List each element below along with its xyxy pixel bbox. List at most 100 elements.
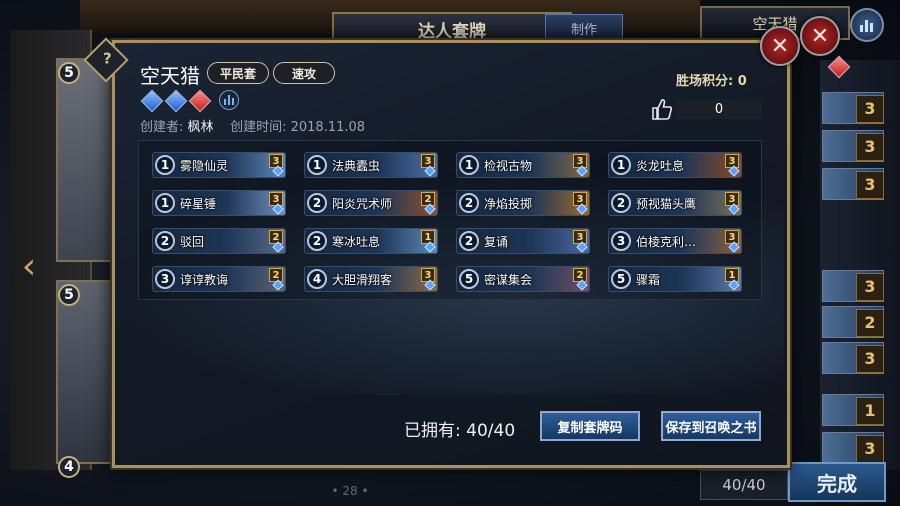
card-name: 预视猫头鹰 [636,196,697,211]
card-cost: 2 [155,231,175,251]
card-cost: 2 [459,193,479,213]
close-icon: ✕ [770,33,790,59]
card-cost: 1 [611,155,631,175]
card-name: 法典蠹虫 [332,158,381,173]
card-cost: 2 [307,193,327,213]
card-name: 骤霜 [636,272,661,287]
deck-tag: 平民套 [207,62,269,84]
collection-card[interactable] [56,280,116,464]
card-cost: 2 [611,193,631,213]
card-art: 3 [697,153,741,177]
card-art: 3 [241,153,285,177]
bar-chart-icon [860,20,873,32]
deck-card[interactable]: 2 复诵 3 [456,228,590,254]
card-cost: 1 [307,155,327,175]
close-icon: ✕ [810,23,830,49]
collection-card[interactable] [56,58,116,262]
red-gem-icon [827,55,851,79]
owned-label: 已拥有: [404,421,461,441]
owned-count: 已拥有: 40/40 [404,416,515,441]
owned-value: 40/40 [466,421,516,441]
done-button[interactable]: 完成 [788,462,886,502]
card-name: 炎龙吐息 [636,158,685,173]
card-cost: 1 [155,155,175,175]
card-cost: 3 [611,231,631,251]
deck-meta: 创建者: 枫林 创建时间: 2018.11.08 [140,116,365,135]
card-name: 寒冰吐息 [332,234,381,249]
card-art: 2 [241,229,285,253]
card-name: 碎星锤 [180,196,217,211]
thumbs-up-icon [652,98,673,120]
deck-list-count: 3 [856,435,884,463]
card-name: 伯棱克利神迹... [636,234,697,249]
mana-curve-icon[interactable] [219,90,239,110]
card-name: 谆谆教诲 [180,272,229,287]
deck-card[interactable]: 1 炎龙吐息 3 [608,152,742,178]
close-button-background[interactable]: ✕ [800,16,840,56]
page-number: • 28 • [331,484,369,498]
card-name: 检视古物 [484,158,533,173]
card-cost: 5 [58,284,80,306]
created-label: 创建时间: [230,120,287,135]
question-icon: ? [103,49,112,68]
deck-card[interactable]: 2 净焰投掷 3 [456,190,590,216]
created-date: 2018.11.08 [290,120,366,135]
close-dialog-button[interactable]: ✕ [760,26,800,66]
deck-card[interactable]: 5 密谋集会 2 [456,266,590,292]
card-cost: 4 [307,269,327,289]
tab-make[interactable]: 制作 [545,14,623,42]
deck-card[interactable]: 1 法典蠹虫 3 [304,152,438,178]
deck-card[interactable]: 2 寒冰吐息 1 [304,228,438,254]
copy-deck-code-button[interactable]: 复制套牌码 [540,411,640,441]
deck-card[interactable]: 4 大胆滑翔客 3 [304,266,438,292]
deck-list-count: 3 [856,133,884,161]
deck-list-count: 3 [856,345,884,373]
card-art: 2 [393,191,437,215]
like-button[interactable] [651,97,673,121]
deck-list-count: 3 [856,95,884,123]
creator-name: 枫林 [187,120,214,135]
win-points: 胜场积分: 0 [676,74,747,89]
creator-label: 创建者: [140,120,184,135]
card-art: 1 [393,229,437,253]
deck-card[interactable]: 3伯棱克利神迹...3 [608,228,742,254]
deck-list-count: 3 [856,171,884,199]
card-art: 3 [697,229,741,253]
card-name: 阳炎咒术师 [332,196,393,211]
deck-card[interactable]: 2 阳炎咒术师 2 [304,190,438,216]
deck-card[interactable]: 5 骤霜 1 [608,266,742,292]
deck-card[interactable]: 1 碎星锤 3 [152,190,286,216]
card-name: 雾隐仙灵 [180,158,229,173]
card-name: 驳回 [180,234,205,249]
deck-card[interactable]: 2 驳回 2 [152,228,286,254]
deck-tag: 速攻 [273,62,335,84]
card-cost: 2 [459,231,479,251]
card-art: 3 [241,191,285,215]
card-cost: 2 [307,231,327,251]
card-art: 2 [545,267,589,291]
deck-card[interactable]: 1 雾隐仙灵 3 [152,152,286,178]
like-count: 0 [676,99,762,119]
card-art: 3 [697,191,741,215]
card-art: 3 [393,153,437,177]
deck-list-count: 1 [856,397,884,425]
card-cost: 1 [155,193,175,213]
card-art: 2 [241,267,285,291]
card-name: 大胆滑翔客 [332,272,393,287]
card-name: 密谋集会 [484,272,533,287]
deck-list-count: 2 [856,309,884,337]
deck-name: 空天猎 [140,64,200,88]
card-name: 净焰投掷 [484,196,533,211]
card-art: 3 [545,191,589,215]
deck-card-count: 40/40 [700,470,788,500]
card-cost: 4 [58,456,80,478]
deck-card[interactable]: 3 谆谆教诲 2 [152,266,286,292]
deck-card[interactable]: 2 预视猫头鹰 3 [608,190,742,216]
stats-button[interactable] [850,8,884,42]
deck-card[interactable]: 1 检视古物 3 [456,152,590,178]
save-to-book-button[interactable]: 保存到召唤之书 [661,411,761,441]
card-art: 1 [697,267,741,291]
page-left-arrow[interactable]: ‹ [12,245,46,289]
deck-list-count: 3 [856,273,884,301]
card-cost: 3 [155,269,175,289]
